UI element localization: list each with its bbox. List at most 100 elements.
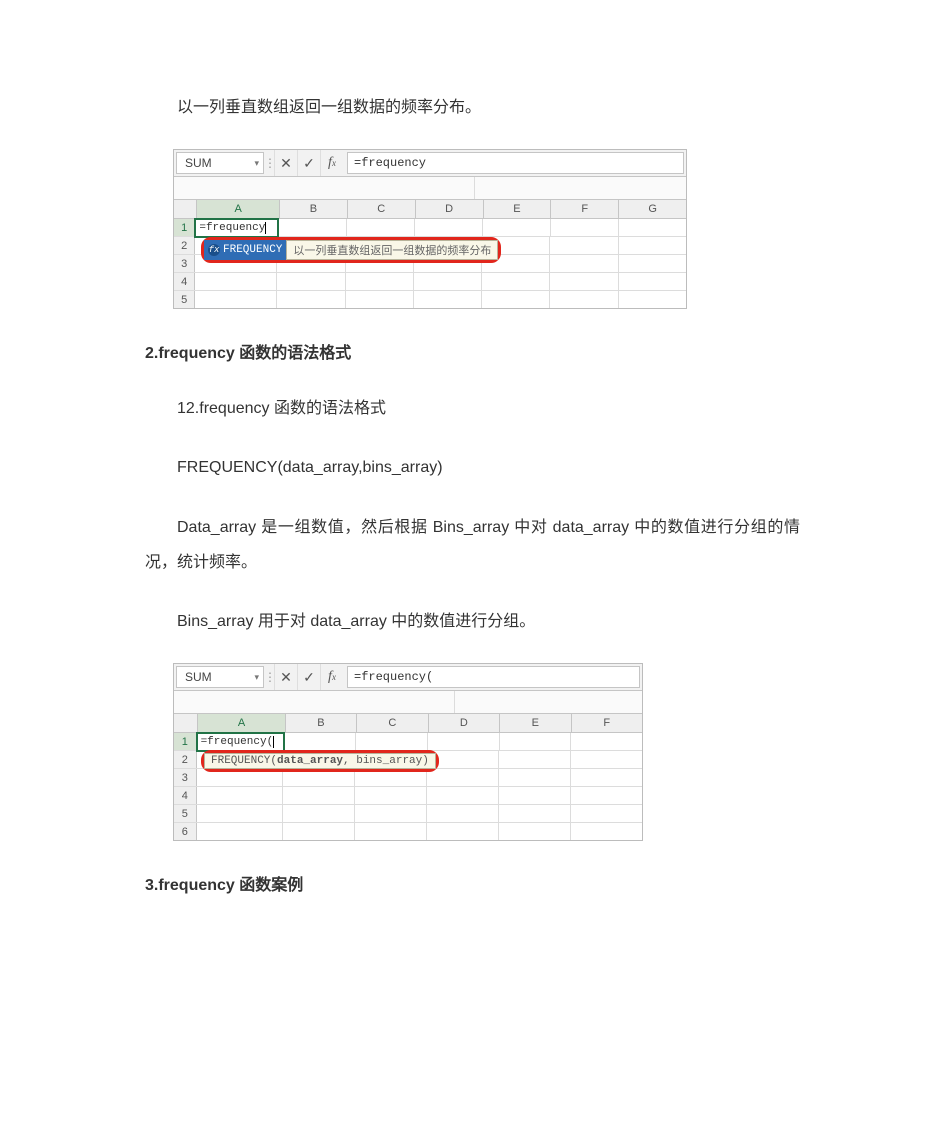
row-header-6[interactable]: 6	[174, 823, 197, 840]
cell-F3[interactable]	[550, 255, 618, 272]
cell-B6[interactable]	[283, 823, 355, 840]
col-header-A[interactable]: A	[198, 714, 285, 732]
cell-F6[interactable]	[571, 823, 642, 840]
row-header-5[interactable]: 5	[174, 805, 197, 822]
select-all-corner[interactable]	[174, 200, 197, 218]
cancel-icon[interactable]: ✕	[274, 664, 297, 690]
cell-G2[interactable]	[619, 237, 686, 254]
col-header-E[interactable]: E	[500, 714, 571, 732]
cell-C1[interactable]	[347, 219, 415, 236]
cell-B1[interactable]	[279, 219, 347, 236]
cell-E5[interactable]	[499, 805, 571, 822]
cell-F1[interactable]	[551, 219, 619, 236]
cell-F4[interactable]	[571, 787, 642, 804]
tooltip-rest: , bins_array)	[343, 755, 429, 767]
cell-E3[interactable]	[499, 769, 571, 786]
cell-F5[interactable]	[550, 291, 618, 308]
cell-C6[interactable]	[355, 823, 427, 840]
select-all-corner[interactable]	[174, 714, 198, 732]
col-header-E[interactable]: E	[484, 200, 552, 218]
formula-text: =frequency	[354, 156, 426, 170]
confirm-icon[interactable]: ✓	[297, 150, 320, 176]
cell-B4[interactable]	[283, 787, 355, 804]
col-header-A[interactable]: A	[197, 200, 280, 218]
col-header-B[interactable]: B	[286, 714, 357, 732]
cell-A5[interactable]	[197, 805, 283, 822]
cell-E1[interactable]	[483, 219, 551, 236]
cell-B5[interactable]	[277, 291, 345, 308]
col-header-D[interactable]: D	[416, 200, 484, 218]
row-header-2[interactable]: 2	[174, 751, 197, 768]
spreadsheet-grid[interactable]: A B C D E F G 1 =frequency	[174, 200, 686, 308]
row-header-3[interactable]: 3	[174, 769, 197, 786]
dropdown-icon[interactable]: ▾	[254, 158, 259, 169]
spreadsheet-grid[interactable]: A B C D E F 1 =frequency( 2	[174, 714, 642, 840]
name-box[interactable]: SUM ▾	[176, 152, 264, 174]
cell-G5[interactable]	[619, 291, 686, 308]
cell-D4[interactable]	[427, 787, 499, 804]
row-header-2[interactable]: 2	[174, 237, 195, 254]
cell-E4[interactable]	[499, 787, 571, 804]
col-header-F[interactable]: F	[551, 200, 619, 218]
formula-input[interactable]: =frequency(	[347, 666, 640, 688]
cell-A4[interactable]	[195, 273, 277, 290]
cell-D4[interactable]	[414, 273, 482, 290]
cell-G4[interactable]	[619, 273, 686, 290]
col-header-C[interactable]: C	[357, 714, 428, 732]
cell-D5[interactable]	[414, 291, 482, 308]
cell-F1[interactable]	[571, 733, 642, 750]
autocomplete-tooltip[interactable]: fx FREQUENCY 以一列垂直数组返回一组数据的频率分布	[201, 237, 501, 263]
cell-C5[interactable]	[346, 291, 414, 308]
fx-icon[interactable]: fx	[320, 150, 343, 176]
cell-E5[interactable]	[482, 291, 550, 308]
cell-C5[interactable]	[355, 805, 427, 822]
cell-B5[interactable]	[283, 805, 355, 822]
cell-D1[interactable]	[415, 219, 483, 236]
cell-B4[interactable]	[277, 273, 345, 290]
col-header-F[interactable]: F	[572, 714, 642, 732]
confirm-icon[interactable]: ✓	[297, 664, 320, 690]
function-args-tooltip[interactable]: FREQUENCY(data_array, bins_array)	[201, 750, 439, 772]
cell-D6[interactable]	[427, 823, 499, 840]
cell-E6[interactable]	[499, 823, 571, 840]
row-header-1[interactable]: 1	[174, 733, 197, 750]
cell-E1[interactable]	[500, 733, 572, 750]
row-header-4[interactable]: 4	[174, 787, 197, 804]
col-header-B[interactable]: B	[280, 200, 348, 218]
cancel-icon[interactable]: ✕	[274, 150, 297, 176]
cell-D3[interactable]	[427, 769, 499, 786]
cell-C4[interactable]	[355, 787, 427, 804]
dropdown-icon[interactable]: ▾	[254, 672, 259, 683]
col-header-G[interactable]: G	[619, 200, 686, 218]
formula-input[interactable]: =frequency	[347, 152, 684, 174]
cell-F4[interactable]	[550, 273, 618, 290]
tooltip-fn-name: FREQUENCY(	[211, 755, 277, 767]
cell-B1[interactable]	[285, 733, 357, 750]
name-box[interactable]: SUM ▾	[176, 666, 264, 688]
cell-A1[interactable]: =frequency(	[196, 732, 285, 752]
row-header-3[interactable]: 3	[174, 255, 195, 272]
cell-G3[interactable]	[619, 255, 686, 272]
col-header-D[interactable]: D	[429, 714, 500, 732]
cell-C1[interactable]	[356, 733, 428, 750]
cell-A5[interactable]	[195, 291, 277, 308]
cell-E2[interactable]	[499, 751, 571, 768]
row-header-5[interactable]: 5	[174, 291, 195, 308]
cell-D1[interactable]	[428, 733, 500, 750]
cell-A4[interactable]	[197, 787, 283, 804]
cell-F2[interactable]	[550, 237, 618, 254]
row-header-1[interactable]: 1	[174, 219, 195, 236]
cell-E4[interactable]	[482, 273, 550, 290]
row-header-4[interactable]: 4	[174, 273, 195, 290]
autocomplete-function[interactable]: fx FREQUENCY	[204, 240, 286, 260]
cell-F5[interactable]	[571, 805, 642, 822]
cell-D5[interactable]	[427, 805, 499, 822]
fx-icon[interactable]: fx	[320, 664, 343, 690]
cell-A1[interactable]: =frequency	[194, 218, 279, 238]
cell-F2[interactable]	[571, 751, 642, 768]
cell-G1[interactable]	[619, 219, 686, 236]
col-header-C[interactable]: C	[348, 200, 416, 218]
cell-A6[interactable]	[197, 823, 283, 840]
cell-F3[interactable]	[571, 769, 642, 786]
cell-C4[interactable]	[346, 273, 414, 290]
